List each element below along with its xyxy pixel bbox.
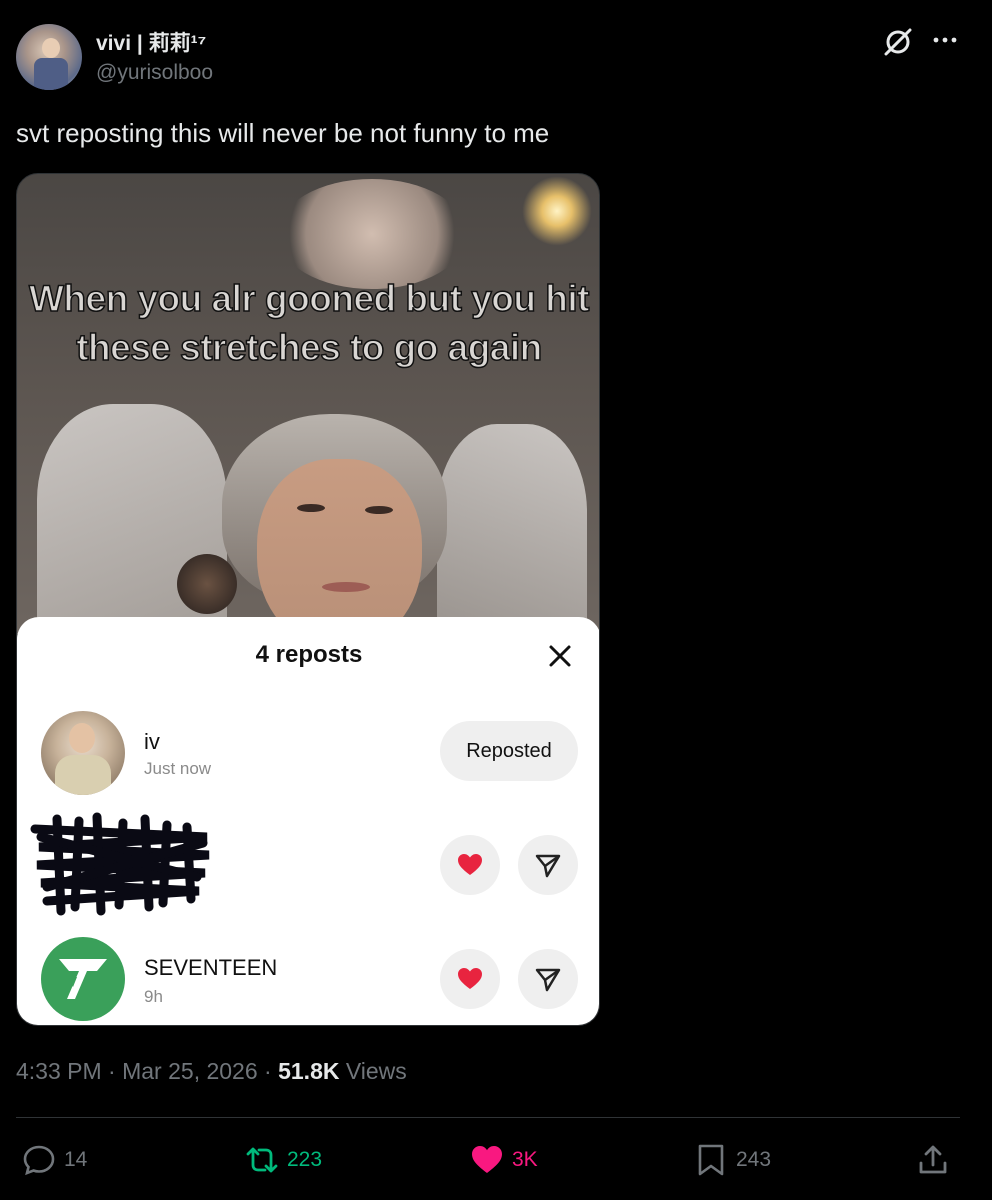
timestamp-separator: · (101, 1058, 123, 1084)
like-button[interactable]: 3K (470, 1140, 538, 1180)
reposted-button[interactable]: Reposted (440, 721, 578, 781)
reply-count: 14 (64, 1148, 88, 1171)
redacted-scribble (30, 812, 210, 916)
avatar-body (55, 755, 111, 795)
heart-icon (458, 854, 482, 875)
tweet-media[interactable]: When you alr gooned but you hit these st… (16, 173, 600, 1026)
timestamp-separator: · (257, 1058, 279, 1084)
repost-user-time: 9h (144, 987, 163, 1006)
bookmark-button[interactable]: 243 (694, 1140, 771, 1180)
avatar-face (69, 723, 95, 753)
photo-mouth (322, 582, 370, 592)
reply-icon (23, 1145, 55, 1176)
close-icon[interactable] (547, 643, 573, 669)
avatar-face (42, 38, 60, 58)
author-handle[interactable]: @yurisolboo (96, 61, 213, 85)
repost-button[interactable]: 223 (245, 1140, 322, 1180)
more-icon[interactable] (930, 28, 960, 52)
author-avatar[interactable] (16, 24, 82, 90)
photo-eye-left (297, 504, 325, 512)
reposts-title: 4 reposts (255, 641, 363, 668)
timestamp-time[interactable]: 4:33 PM (16, 1058, 102, 1084)
seventeen-logo[interactable] (41, 937, 125, 1021)
avatar-shirt (34, 58, 68, 90)
like-button[interactable] (440, 835, 500, 895)
repost-icon (246, 1147, 278, 1173)
tweet-timestamp: 4:33 PM · Mar 25, 2026 · 51.8K Views (16, 1058, 407, 1085)
views-count[interactable]: 51.8K (278, 1058, 339, 1084)
send-button[interactable] (518, 949, 578, 1009)
heart-icon (458, 968, 482, 989)
repost-user-name[interactable]: SEVENTEEN (144, 955, 277, 981)
reply-button[interactable]: 14 (22, 1140, 87, 1180)
repost-count: 223 (287, 1148, 323, 1171)
repost-user-name[interactable]: iv (144, 729, 160, 755)
bookmark-icon (698, 1144, 724, 1176)
media-photo (17, 174, 599, 649)
share-icon (919, 1145, 947, 1174)
photo-plant (177, 554, 237, 614)
like-icon (472, 1146, 502, 1173)
send-icon (535, 854, 561, 878)
views-label: Views (345, 1058, 407, 1084)
share-button[interactable] (916, 1140, 958, 1180)
like-count: 3K (512, 1148, 538, 1171)
send-icon (535, 968, 561, 992)
divider (16, 1117, 960, 1118)
photo-eye-right (365, 506, 393, 514)
photo-hands (277, 179, 467, 289)
tweet-text: svt reposting this will never be not fun… (16, 118, 550, 148)
author-display-name[interactable]: vivi | 莉莉¹⁷ (96, 27, 206, 57)
send-button[interactable] (518, 835, 578, 895)
like-button[interactable] (440, 949, 500, 1009)
photo-arm-right (437, 424, 587, 644)
meme-caption: When you alr gooned but you hit these st… (28, 277, 590, 369)
repost-user-time: Just now (144, 759, 212, 778)
photo-lamp (522, 176, 592, 246)
repost-user-avatar[interactable] (41, 711, 125, 795)
reposts-sheet: 4 reposts iv Just now Reposted SEVENTEEN… (17, 617, 599, 1025)
seventeen-logo-icon (59, 959, 107, 999)
timestamp-date[interactable]: Mar 25, 2026 (122, 1058, 258, 1084)
grok-icon[interactable] (882, 26, 914, 58)
bookmark-count: 243 (736, 1148, 772, 1171)
